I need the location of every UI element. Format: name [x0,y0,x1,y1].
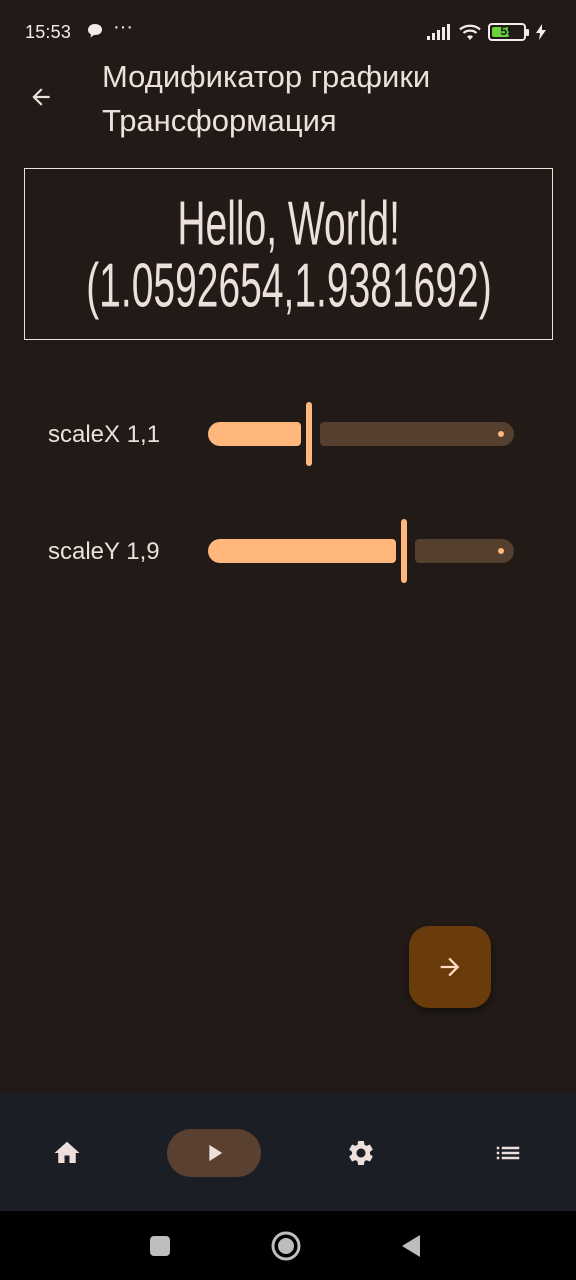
system-home-button[interactable] [268,1228,304,1264]
slider-stop-indicator [498,431,504,437]
slider-active-track [208,539,396,563]
square-recents-icon [150,1236,170,1256]
more-notifications-icon: ··· [113,16,133,38]
settings-icon [349,1141,373,1165]
slider-thumb[interactable] [400,519,407,583]
wifi-icon [459,24,481,40]
preview-text: Hello, World! [177,188,400,258]
slider-thumb[interactable] [305,402,312,466]
chat-bubble-icon [88,24,102,38]
page-title-line1: Модификатор графики [102,59,431,94]
page-title-line2: Трансформация [102,103,337,138]
slider-label-scale-x: scaleX 1,1 [48,421,161,448]
app-bar: Модификатор графики Трансформация [0,59,576,152]
screen: 15:53 ··· 55 Модификатор графики Трансфо… [0,0,576,1280]
battery-level: 55 [500,24,514,38]
battery-cap [526,29,529,36]
slider-label-scale-y: scaleY 1,9 [48,538,160,565]
system-navigation-bar [0,1211,576,1280]
recents-button[interactable] [142,1228,178,1264]
nav-item-play[interactable] [167,1129,261,1177]
slider-row-scale-x: scaleX 1,1 [0,402,576,466]
arrow-forward-icon [440,957,460,977]
slider-active-track [208,422,301,446]
circle-home-icon [271,1231,301,1261]
battery-icon: 55 [488,23,529,41]
transform-preview-box: Hello, World! (1.0592654,1.9381692) [24,168,553,340]
preview-scale-values: (1.0592654,1.9381692) [85,250,492,320]
slider-row-scale-y: scaleY 1,9 [0,519,576,583]
arrow-back-icon [32,88,50,106]
nav-item-home[interactable] [40,1129,94,1177]
play-icon [209,1144,223,1162]
status-indicators: 55 [426,22,546,42]
home-icon [54,1141,80,1163]
charging-bolt-icon [536,24,546,40]
list-icon [496,1146,520,1160]
signal-icon [427,24,450,40]
back-button[interactable] [18,74,64,120]
slider-stop-indicator [498,548,504,554]
bottom-navigation [0,1093,576,1211]
scale-y-slider[interactable] [208,519,514,583]
scale-x-slider[interactable] [208,402,514,466]
slider-inactive-track [319,422,514,446]
system-back-button[interactable] [393,1228,429,1264]
triangle-back-icon [402,1235,420,1257]
status-time: 15:53 [25,22,72,42]
status-bar: 15:53 ··· 55 [0,0,576,62]
page-title: Модификатор графики Трансформация [102,55,562,143]
nav-item-list[interactable] [481,1129,535,1177]
next-fab-button[interactable] [409,926,491,1008]
nav-item-settings[interactable] [334,1129,388,1177]
